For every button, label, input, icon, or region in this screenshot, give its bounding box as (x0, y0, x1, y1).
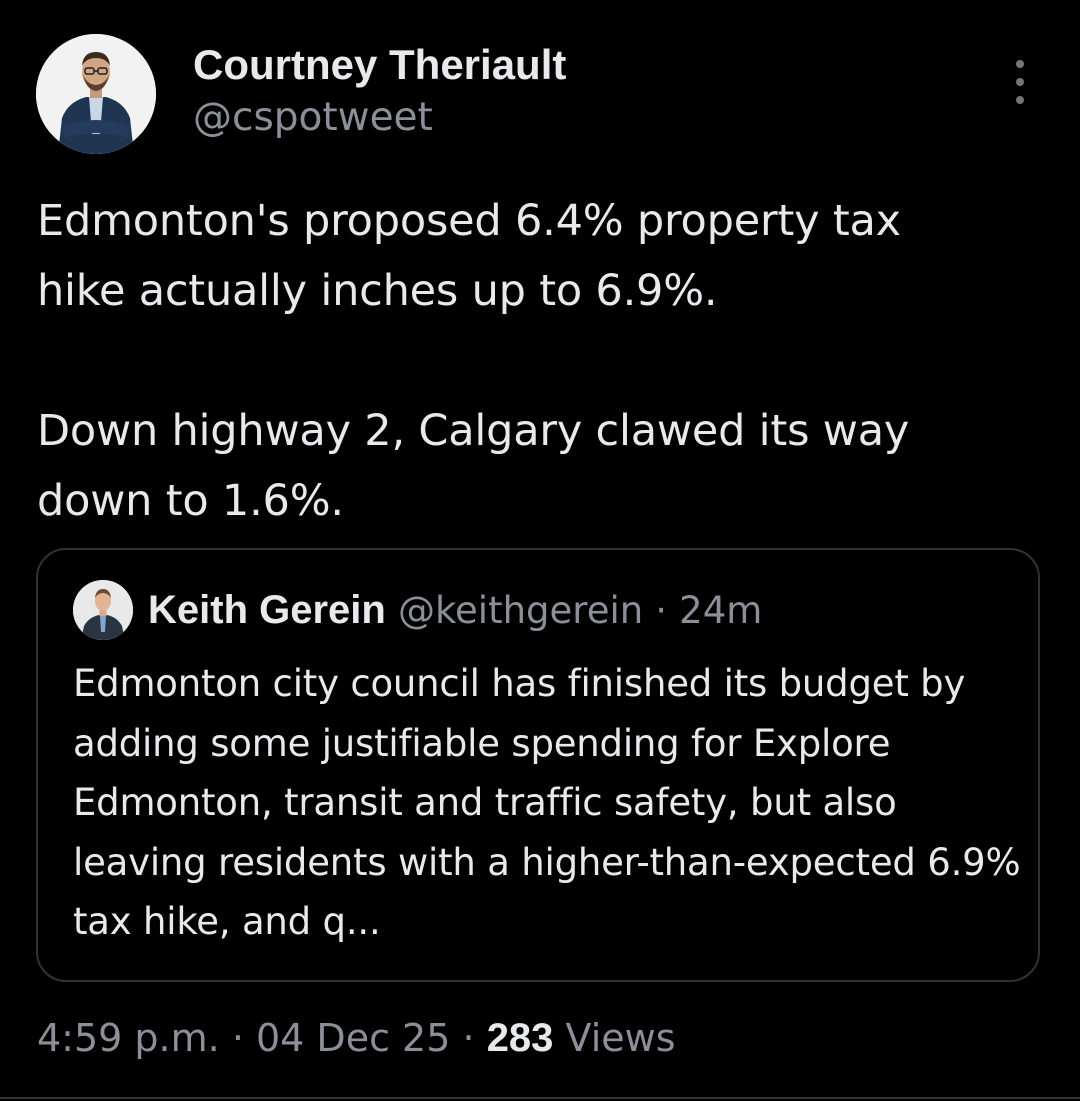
quoted-header-separator: · (655, 589, 668, 632)
quoted-tweet-card[interactable]: Keith Gerein @keithgerein · 24m Edmonton… (36, 548, 1040, 982)
views-label[interactable]: Views (566, 1016, 676, 1060)
meta-separator: · (231, 1016, 244, 1060)
meta-separator: · (462, 1016, 475, 1060)
quoted-tweet-text: Edmonton city council has finished its b… (73, 662, 1021, 943)
tweet: Courtney Theriault @cspotweet Edmonton's… (0, 0, 1080, 1101)
author-handle[interactable]: @cspotweet (193, 95, 433, 141)
quoted-tweet-header: Keith Gerein @keithgerein · 24m (148, 586, 762, 635)
views-count[interactable]: 283 (487, 1016, 554, 1060)
quoted-author-avatar[interactable] (73, 580, 133, 640)
tweet-date[interactable]: 04 Dec 25 (256, 1016, 450, 1060)
quoted-author-handle[interactable]: @keithgerein (398, 589, 643, 632)
quoted-author-name[interactable]: Keith Gerein (148, 588, 386, 632)
more-vertical-icon (1016, 60, 1024, 68)
tweet-meta: 4:59 p.m. · 04 Dec 25 · 283 Views (37, 1014, 676, 1062)
tweet-text: Edmonton's proposed 6.4% property tax hi… (37, 196, 910, 526)
author-avatar[interactable] (36, 34, 156, 154)
more-vertical-icon-dot (1016, 96, 1024, 104)
author-name[interactable]: Courtney Theriault (193, 40, 566, 90)
quoted-tweet-time[interactable]: 24m (679, 589, 762, 632)
more-options-button[interactable] (1004, 60, 1036, 104)
more-vertical-icon-dot (1016, 78, 1024, 86)
tweet-time[interactable]: 4:59 p.m. (37, 1016, 220, 1060)
divider (0, 1097, 1080, 1099)
